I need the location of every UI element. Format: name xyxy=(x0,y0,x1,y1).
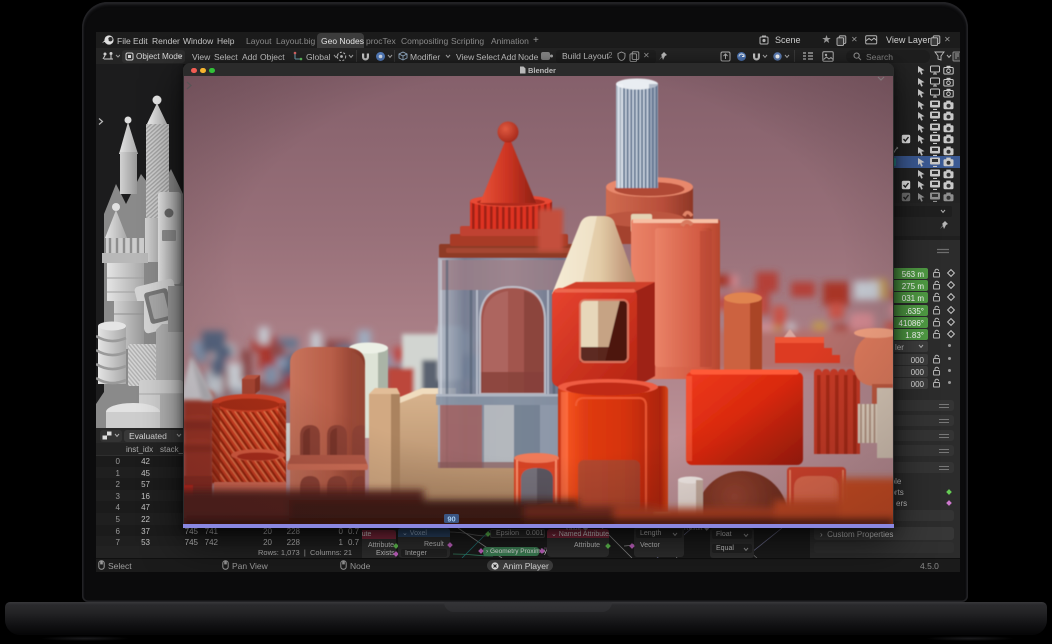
svg-text:90: 90 xyxy=(447,514,455,523)
